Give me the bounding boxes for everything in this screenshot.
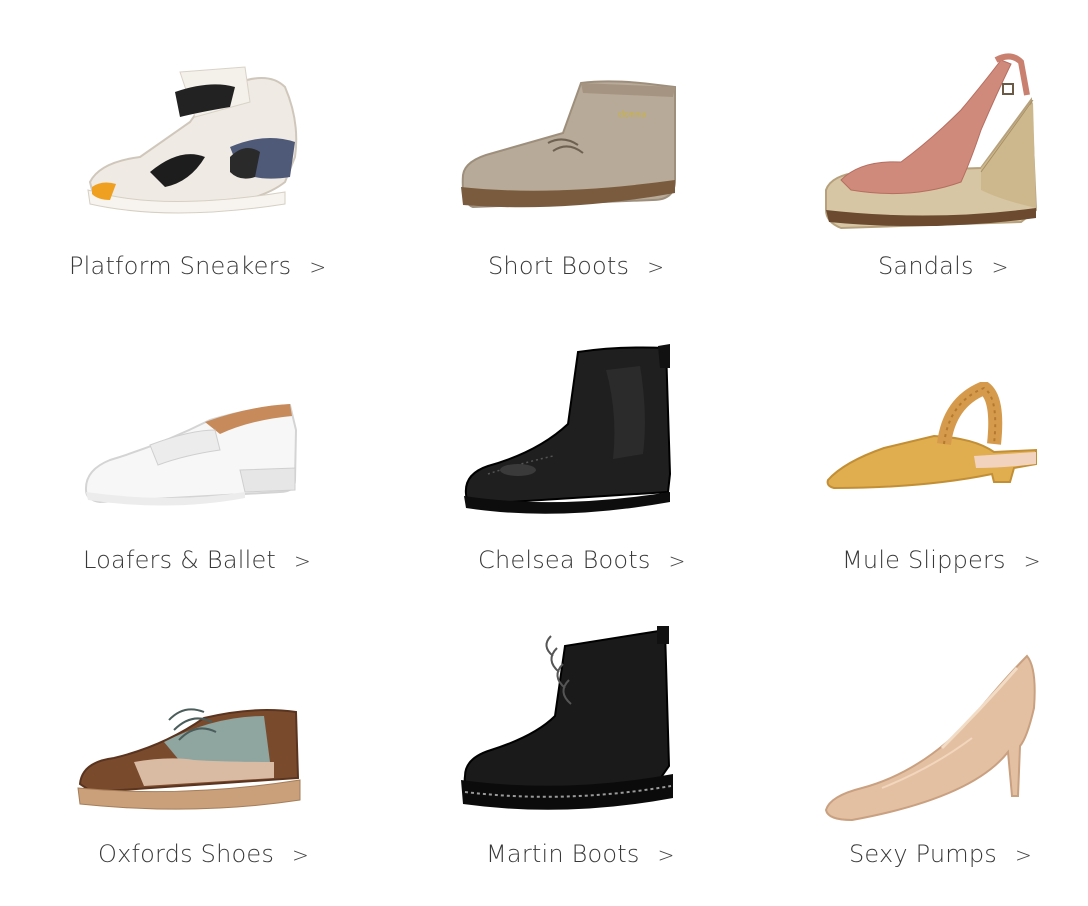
category-label: Sandals >: [878, 252, 1009, 280]
chevron-right-icon: >: [647, 255, 665, 279]
category-label: Short Boots >: [488, 252, 664, 280]
pump-icon: [824, 654, 1036, 822]
category-label: Oxfords Shoes >: [98, 840, 309, 868]
chevron-right-icon: >: [294, 549, 312, 573]
category-oxfords-shoes[interactable]: Oxfords Shoes >: [0, 600, 362, 900]
wedge-sandal-icon: [825, 53, 1038, 230]
category-loafers-ballet[interactable]: Loafers & Ballet >: [0, 300, 362, 600]
category-sandals[interactable]: Sandals >: [726, 0, 1088, 300]
category-sexy-pumps[interactable]: Sexy Pumps >: [726, 600, 1088, 900]
oxford-shoe-icon: [77, 708, 301, 810]
chevron-right-icon: >: [668, 549, 686, 573]
category-label: Platform Sneakers >: [69, 252, 326, 280]
category-name: Sexy Pumps: [849, 840, 997, 868]
chelsea-boot-icon: [464, 344, 672, 514]
category-name: Short Boots: [488, 252, 630, 280]
category-chelsea-boots[interactable]: Chelsea Boots >: [363, 300, 725, 600]
category-label: Mule Slippers >: [842, 546, 1041, 574]
category-name: Platform Sneakers: [69, 252, 292, 280]
martin-boot-icon: [461, 626, 673, 810]
category-name: Sandals: [878, 252, 974, 280]
chevron-right-icon: >: [1015, 843, 1032, 867]
category-label: Sexy Pumps >: [849, 840, 1032, 868]
category-label: Chelsea Boots >: [478, 546, 686, 574]
mule-slipper-icon: [826, 382, 1037, 490]
chevron-right-icon: >: [309, 255, 327, 279]
chevron-right-icon: >: [991, 255, 1009, 279]
category-mule-slippers[interactable]: Mule Slippers >: [726, 300, 1088, 600]
category-short-boots[interactable]: donna Short Boots >: [363, 0, 725, 300]
category-name: Oxfords Shoes: [98, 840, 275, 868]
category-label: Martin Boots >: [486, 840, 675, 868]
chevron-right-icon: >: [1023, 549, 1041, 573]
category-name: Martin Boots: [486, 840, 640, 868]
loafer-icon: [84, 403, 298, 506]
category-martin-boots[interactable]: Martin Boots >: [363, 600, 725, 900]
short-boot-icon: donna: [461, 80, 676, 209]
category-name: Chelsea Boots: [478, 546, 651, 574]
category-name: Loafers & Ballet: [83, 546, 277, 574]
chevron-right-icon: >: [292, 843, 310, 867]
category-platform-sneakers[interactable]: Platform Sneakers >: [0, 0, 362, 300]
chevron-right-icon: >: [657, 843, 675, 867]
platform-sneaker-icon: [87, 66, 298, 214]
category-label: Loafers & Ballet >: [83, 546, 311, 574]
category-name: Mule Slippers: [842, 546, 1006, 574]
svg-text:donna: donna: [618, 110, 646, 120]
